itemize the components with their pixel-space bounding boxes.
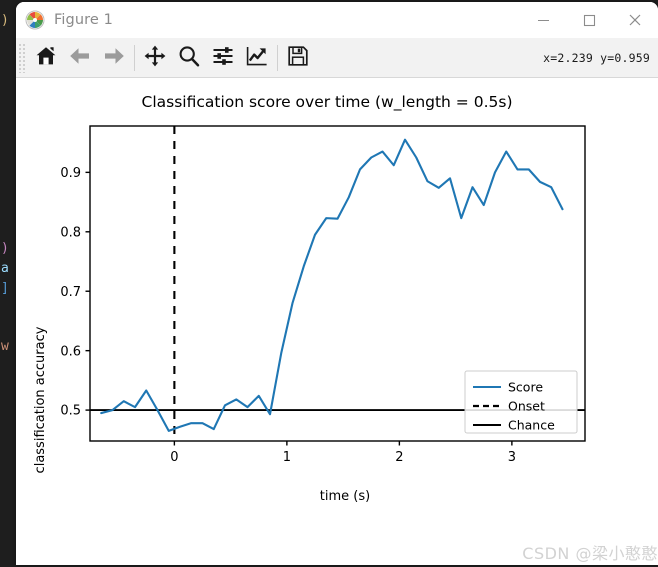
maximize-button[interactable] bbox=[566, 2, 612, 38]
close-button[interactable] bbox=[612, 2, 658, 38]
legend-label: Score bbox=[508, 380, 543, 395]
y-tick-label: 0.8 bbox=[60, 225, 81, 240]
home-button[interactable] bbox=[29, 41, 63, 75]
y-tick-label: 0.9 bbox=[60, 166, 81, 181]
legend-label: Chance bbox=[508, 418, 555, 433]
forward-button[interactable] bbox=[97, 41, 131, 75]
configure-subplots-button[interactable] bbox=[206, 41, 240, 75]
figure-canvas: Classification score over time (w_length… bbox=[16, 78, 658, 565]
code-fragment: a bbox=[1, 261, 9, 276]
window-title-bar[interactable]: Figure 1 bbox=[16, 2, 658, 38]
sliders-icon bbox=[211, 44, 235, 72]
navigation-toolbar: x=2.239 y=0.959 bbox=[16, 38, 658, 78]
y-tick-label: 0.5 bbox=[60, 404, 81, 419]
window-title: Figure 1 bbox=[54, 11, 113, 28]
plot-legend: Score Onset Chance bbox=[464, 370, 578, 434]
toolbar-drag-grip[interactable] bbox=[18, 42, 27, 73]
x-axis-label: time (s) bbox=[320, 489, 370, 504]
arrow-left-icon bbox=[68, 44, 92, 72]
home-icon bbox=[34, 44, 58, 72]
classification-score-plot: Classification score over time (w_length… bbox=[16, 78, 658, 565]
x-tick-label: 2 bbox=[395, 450, 403, 465]
plot-title: Classification score over time (w_length… bbox=[142, 93, 513, 112]
matplotlib-icon bbox=[25, 10, 45, 30]
legend-label: Onset bbox=[508, 399, 545, 414]
y-tick-label: 0.6 bbox=[60, 344, 81, 359]
window-controls bbox=[520, 2, 658, 38]
x-tick-label: 1 bbox=[283, 450, 291, 465]
move-cross-icon bbox=[143, 44, 167, 72]
back-button[interactable] bbox=[63, 41, 97, 75]
minimize-button[interactable] bbox=[520, 2, 566, 38]
y-axis-label: classification accuracy bbox=[33, 326, 48, 473]
csdn-watermark: CSDN @梁小憨憨 bbox=[522, 544, 658, 563]
zoom-button[interactable] bbox=[172, 41, 206, 75]
code-fragment: w bbox=[1, 339, 9, 354]
arrow-right-icon bbox=[102, 44, 126, 72]
x-tick-label: 3 bbox=[508, 450, 516, 465]
y-tick-label: 0.7 bbox=[60, 285, 81, 300]
floppy-disk-icon bbox=[286, 44, 310, 72]
code-fragment: ) bbox=[1, 241, 9, 256]
magnifier-icon bbox=[177, 44, 201, 72]
chart-line-icon bbox=[245, 44, 269, 72]
toolbar-separator-2 bbox=[277, 44, 278, 71]
edit-axis-button[interactable] bbox=[240, 41, 274, 75]
toolbar-separator bbox=[134, 44, 135, 71]
x-tick-label: 0 bbox=[170, 450, 178, 465]
save-button[interactable] bbox=[281, 41, 315, 75]
code-fragment: ) bbox=[1, 13, 9, 28]
pan-button[interactable] bbox=[138, 41, 172, 75]
code-fragment: ] bbox=[1, 281, 9, 296]
matplotlib-figure-window: Figure 1 x=2.239 y=0.959 Classification … bbox=[16, 2, 658, 565]
coordinate-readout: x=2.239 y=0.959 bbox=[543, 50, 650, 65]
